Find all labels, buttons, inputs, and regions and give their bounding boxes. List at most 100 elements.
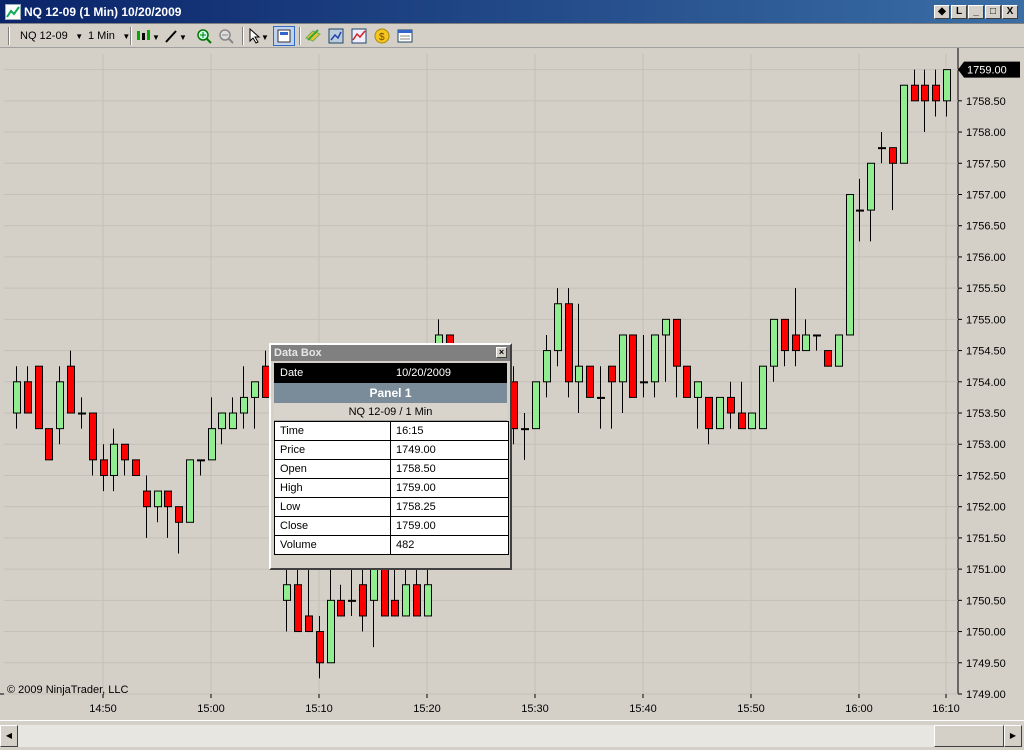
candle-body xyxy=(413,584,421,617)
candle xyxy=(45,428,53,461)
zoom-in-icon[interactable] xyxy=(196,28,212,44)
candle-body xyxy=(889,147,897,164)
toolbar-grip xyxy=(8,27,10,45)
candle-body xyxy=(132,459,140,476)
link-button[interactable]: ◆ xyxy=(934,5,950,19)
data-box-window[interactable]: Data Box × Date 10/20/2009 Panel 1 NQ 12… xyxy=(269,343,512,570)
y-tick-label: 1749.00 xyxy=(966,689,1006,701)
row-label: Time xyxy=(274,421,391,441)
horizontal-scrollbar[interactable]: ◀ ▶ xyxy=(0,720,1024,750)
chevron-down-icon: ▼ xyxy=(70,32,84,41)
instrument-label: NQ 12-09 xyxy=(20,30,68,42)
y-tick-label: 1752.00 xyxy=(966,502,1006,514)
instruments-icon[interactable] xyxy=(305,28,321,44)
candle-body xyxy=(565,303,573,383)
candle-body xyxy=(89,412,97,461)
candle-body xyxy=(359,584,367,617)
instrument-selector[interactable]: NQ 12-09 ▼ xyxy=(20,27,83,45)
scroll-track[interactable] xyxy=(18,725,934,747)
candle-body xyxy=(619,334,627,383)
candle-body xyxy=(748,412,756,430)
row-value: 482 xyxy=(390,535,509,555)
scroll-right-icon[interactable]: ▶ xyxy=(1004,725,1022,747)
interval-selector[interactable]: 1 Min ▼ xyxy=(88,27,130,45)
interval-label: 1 Min xyxy=(88,30,115,42)
lock-button[interactable]: L xyxy=(951,5,967,19)
close-icon[interactable]: × xyxy=(496,347,507,358)
row-label: High xyxy=(274,478,391,498)
candle-body xyxy=(867,162,875,211)
toolbar-separator xyxy=(130,27,132,45)
candle-body xyxy=(110,443,118,476)
candle xyxy=(186,459,194,523)
table-row: Open 1758.50 xyxy=(274,459,509,479)
candle-body xyxy=(24,381,32,414)
y-tick-label: 1753.50 xyxy=(966,408,1006,420)
candle-body xyxy=(56,381,64,430)
panel-header: Panel 1 xyxy=(274,383,507,403)
candle-body xyxy=(586,365,594,398)
candle-body xyxy=(738,412,746,430)
candle-body xyxy=(781,318,789,352)
candle-body xyxy=(186,459,194,523)
svg-text:▼: ▼ xyxy=(261,33,269,42)
scroll-left-icon[interactable]: ◀ xyxy=(0,725,18,747)
data-box-icon[interactable] xyxy=(273,26,295,46)
pointer-icon[interactable]: ▼ xyxy=(247,27,269,44)
last-price-tag: 1759.00 xyxy=(958,61,1020,78)
y-tick-label: 1755.00 xyxy=(966,314,1006,326)
candle-body xyxy=(197,459,205,462)
x-tick-label: 16:00 xyxy=(845,703,873,715)
zoom-out-icon[interactable] xyxy=(218,28,234,44)
chart-window-icon xyxy=(5,4,21,20)
row-label: Low xyxy=(274,497,391,517)
y-tick-label: 1756.50 xyxy=(966,221,1006,233)
row-value: 1759.00 xyxy=(390,478,509,498)
close-button[interactable]: X xyxy=(1002,5,1018,19)
candle-body xyxy=(824,350,832,367)
strategies-icon[interactable]: $ xyxy=(374,28,390,44)
bar-style-icon[interactable]: ▼ xyxy=(136,28,160,44)
candle-body xyxy=(943,69,951,102)
properties-icon[interactable] xyxy=(328,28,344,44)
candle xyxy=(846,193,854,336)
candle-body xyxy=(878,147,886,150)
x-tick-label: 15:40 xyxy=(629,703,657,715)
candle-body xyxy=(521,428,529,431)
candle-body xyxy=(164,490,172,508)
row-label: Price xyxy=(274,440,391,460)
y-tick-label: 1757.50 xyxy=(966,158,1006,170)
maximize-button[interactable]: □ xyxy=(985,5,1001,19)
candle-body xyxy=(662,318,670,336)
candle-body xyxy=(694,381,702,398)
table-row: High 1759.00 xyxy=(274,478,509,498)
toolbar-separator xyxy=(299,27,301,45)
candle-body xyxy=(532,381,540,430)
x-tick-label: 15:30 xyxy=(521,703,549,715)
indicators-icon[interactable] xyxy=(351,28,367,44)
minimize-button[interactable]: _ xyxy=(968,5,984,19)
candle-body xyxy=(283,584,291,601)
candle-body xyxy=(651,334,659,383)
candle-body xyxy=(554,303,562,352)
toolbar-separator xyxy=(242,27,244,45)
candlestick-chart[interactable]: 1758.50 1758.00 1757.50 1757.00 1756.50 1756.… xyxy=(0,48,1024,720)
chart-trader-icon[interactable] xyxy=(397,28,413,44)
candle-body xyxy=(348,599,356,602)
window-titlebar: NQ 12-09 (1 Min) 10/20/2009 ◆ L _ □ X xyxy=(0,0,1024,24)
data-box-titlebar[interactable]: Data Box × xyxy=(271,345,510,361)
scroll-thumb[interactable] xyxy=(934,725,1004,747)
candle-body xyxy=(759,365,767,430)
candle-body xyxy=(716,396,724,430)
candle-body xyxy=(240,396,248,414)
candle xyxy=(683,365,691,398)
price-chart[interactable]: 1758.50 1758.00 1757.50 1757.00 1756.50 1756.… xyxy=(0,48,1024,720)
instrument-header: NQ 12-09 / 1 Min xyxy=(274,403,507,421)
candle-body xyxy=(337,599,345,617)
table-row: Price 1749.00 xyxy=(274,440,509,460)
drawing-tool-icon[interactable]: ▼ xyxy=(164,28,188,44)
data-box-title: Data Box xyxy=(274,347,322,359)
date-label: Date xyxy=(280,367,304,379)
candle-body xyxy=(597,396,605,399)
y-tick-label: 1751.00 xyxy=(966,564,1006,576)
